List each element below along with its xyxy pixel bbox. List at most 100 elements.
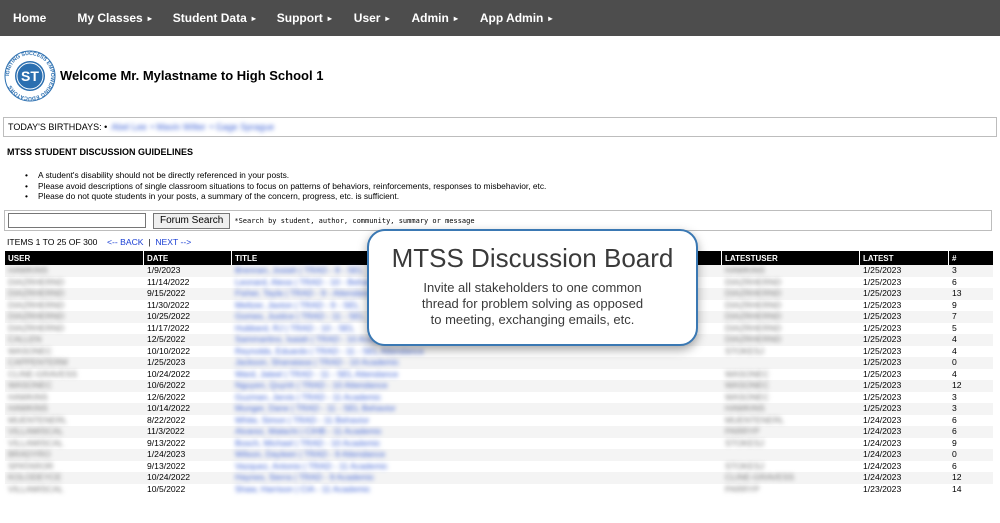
count-cell: 4 <box>952 334 957 344</box>
count-cell: 6 <box>952 276 957 287</box>
count-cell: 6 <box>952 460 957 471</box>
nav-my-classes-label: My Classes <box>77 11 143 25</box>
logo-text: ST <box>21 68 39 84</box>
latestuser-cell: DIAZRHERND <box>725 334 782 344</box>
nav-home[interactable]: Home <box>13 0 46 36</box>
pagination-separator: | <box>148 237 151 247</box>
forum-search-input[interactable] <box>8 213 146 228</box>
user-cell: VILLAMISCAL <box>8 437 64 448</box>
latest-cell: 1/25/2023 <box>863 276 902 287</box>
latest-cell: 1/24/2023 <box>863 437 902 448</box>
title-link[interactable]: White, Simon | TRAD - 11 Behavior <box>232 415 722 427</box>
col-date[interactable]: DATE <box>144 251 232 265</box>
title-link[interactable]: Reynolds, Eduardo | TRAD - 11 - SEL Atte… <box>232 346 722 358</box>
forum-search-button[interactable]: Forum Search <box>153 212 231 229</box>
latest-cell: 1/25/2023 <box>863 265 902 275</box>
table-row: BRADYRO 1/24/2023 Wilson, Dayleen | TRAD -… <box>5 449 993 461</box>
date-cell: 8/22/2022 <box>147 414 186 425</box>
latestuser-cell: MUENTENERL <box>725 414 785 425</box>
col-user[interactable]: USER <box>5 251 144 265</box>
back-link[interactable]: <-- BACK <box>107 237 144 247</box>
nav-my-classes[interactable]: My Classes ▸ <box>77 0 151 36</box>
user-cell: DIAZRHERND <box>8 311 65 321</box>
date-cell: 11/17/2022 <box>147 322 190 333</box>
latestuser-cell: DIAZRHERND <box>725 276 782 287</box>
table-row: WASONEC 10/6/2022 Nguyen, Quynh | TRAD - 1… <box>5 380 993 392</box>
user-cell: MUENTENERL <box>8 414 68 425</box>
col-latestuser[interactable]: LATESTUSER <box>722 251 860 265</box>
guidelines-list: A student's disability should not be dir… <box>24 170 546 202</box>
title-link[interactable]: Guzman, Jarvis | TRAD - 11 Academic <box>232 392 722 404</box>
next-link[interactable]: NEXT --> <box>155 237 191 247</box>
user-cell: DIAZRHERND <box>8 322 65 333</box>
latest-cell: 1/24/2023 <box>863 472 902 482</box>
table-row: CAPPENTERM 1/25/2023 Jackson, Shanaiasa | … <box>5 357 993 369</box>
title-link[interactable]: Munger, Dane | TRAD - 11 - SEL Behavior <box>232 403 722 415</box>
latestuser-cell: STOKESJ <box>725 437 765 448</box>
latest-cell: 1/24/2023 <box>863 460 902 471</box>
title-link[interactable]: Nguyen, Quynh | TRAD - 10 Attendance <box>232 380 722 392</box>
col-count[interactable]: # <box>949 251 993 265</box>
count-cell: 7 <box>952 311 957 321</box>
table-row: WASONEC 10/10/2022 Reynolds, Eduardo | TRA… <box>5 346 993 358</box>
latest-cell: 1/25/2023 <box>863 334 902 344</box>
school-logo: IGNITING SUCCESS EMPOWERING EDUCATORS ST <box>4 50 56 102</box>
nav-support[interactable]: Support ▸ <box>277 0 332 36</box>
user-cell: WASONEC <box>8 345 53 356</box>
nav-admin-label: Admin <box>411 11 449 25</box>
date-cell: 11/14/2022 <box>147 276 190 287</box>
count-cell: 12 <box>952 472 962 482</box>
title-link[interactable]: Haynes, Sierra | TRAD - 9 Academic <box>232 472 722 484</box>
latestuser-cell: DIAZRHERND <box>725 322 782 333</box>
date-cell: 9/13/2022 <box>147 460 186 471</box>
title-link[interactable]: Alvarez, Malachi | CIHB - 11 Academic <box>232 426 722 438</box>
birthday-link[interactable]: • Gage Sprague <box>210 122 274 132</box>
date-cell: 11/3/2022 <box>147 426 185 436</box>
birthday-link[interactable]: Abel Lee <box>111 122 147 132</box>
forum-search-bar: Forum Search *Search by student, author,… <box>4 210 992 231</box>
nav-student-data[interactable]: Student Data ▸ <box>173 0 256 36</box>
birthdays-bar: TODAY'S BIRTHDAYS: • Abel Lee • Mavin Wi… <box>3 117 997 137</box>
title-link[interactable]: Ward, Jaleel | TRAD - 11 - SEL Attendanc… <box>232 369 722 381</box>
user-cell: SPATAROR <box>8 460 54 471</box>
nav-app-admin[interactable]: App Admin ▸ <box>480 0 553 36</box>
user-cell: DIAZRHERND <box>8 276 65 287</box>
latestuser-cell: CLINE-GRAVESS <box>725 472 795 482</box>
title-link[interactable]: Jackson, Shanaiasa | TRAD - 10 Academic <box>232 357 722 369</box>
callout-title: MTSS Discussion Board <box>391 243 674 273</box>
user-cell: DIAZRHERND <box>8 299 65 310</box>
latest-cell: 1/25/2023 <box>863 299 902 310</box>
latestuser-cell: STOKESJ <box>725 345 765 356</box>
col-latest[interactable]: LATEST <box>860 251 949 265</box>
date-cell: 10/24/2022 <box>147 368 191 379</box>
latestuser-cell: WASONEC <box>725 380 770 390</box>
user-cell: BRADYRO <box>8 449 51 459</box>
latestuser-cell: HAWKINS <box>725 265 765 275</box>
guideline-item: A student's disability should not be dir… <box>24 170 546 181</box>
date-cell: 1/24/2023 <box>147 449 186 459</box>
pagination: ITEMS 1 TO 25 OF 300 <-- BACK | NEXT --> <box>7 237 191 247</box>
date-cell: 12/5/2022 <box>147 334 186 344</box>
count-cell: 3 <box>952 391 957 402</box>
nav-user[interactable]: User ▸ <box>354 0 390 36</box>
latest-cell: 1/24/2023 <box>863 414 902 425</box>
latest-cell: 1/24/2023 <box>863 449 902 459</box>
date-cell: 9/15/2022 <box>147 288 186 298</box>
birthdays-label: TODAY'S BIRTHDAYS: • <box>8 122 108 132</box>
birthday-link[interactable]: • Mavin Wilter <box>151 122 206 132</box>
date-cell: 10/6/2022 <box>147 380 186 390</box>
latestuser-cell <box>722 357 860 369</box>
title-link[interactable]: Bosch, Michael | TRAD - 10 Academic <box>232 438 722 450</box>
nav-admin[interactable]: Admin ▸ <box>411 0 457 36</box>
date-cell: 1/25/2023 <box>147 357 186 367</box>
title-link[interactable]: Vazquez, Antonio | TRAD - 11 Academic <box>232 461 722 473</box>
user-cell: VILLAMISCAL <box>8 426 64 436</box>
title-link[interactable]: Shaw, Harrison | CIA - 11 Academic <box>232 484 722 496</box>
date-cell: 1/9/2023 <box>147 265 181 275</box>
user-cell: HAWKINS <box>8 403 48 413</box>
callout-line: to meeting, exchanging emails, etc. <box>430 312 635 327</box>
table-row: CLINE-GRAVESS 10/24/2022 Ward, Jaleel | TR… <box>5 369 993 381</box>
table-row: HAWKINS 12/6/2022 Guzman, Jarvis | TRAD - … <box>5 392 993 404</box>
user-cell: DIAZRHERND <box>8 288 65 298</box>
title-link[interactable]: Wilson, Dayleen | TRAD - 9 Attendance <box>232 449 722 461</box>
